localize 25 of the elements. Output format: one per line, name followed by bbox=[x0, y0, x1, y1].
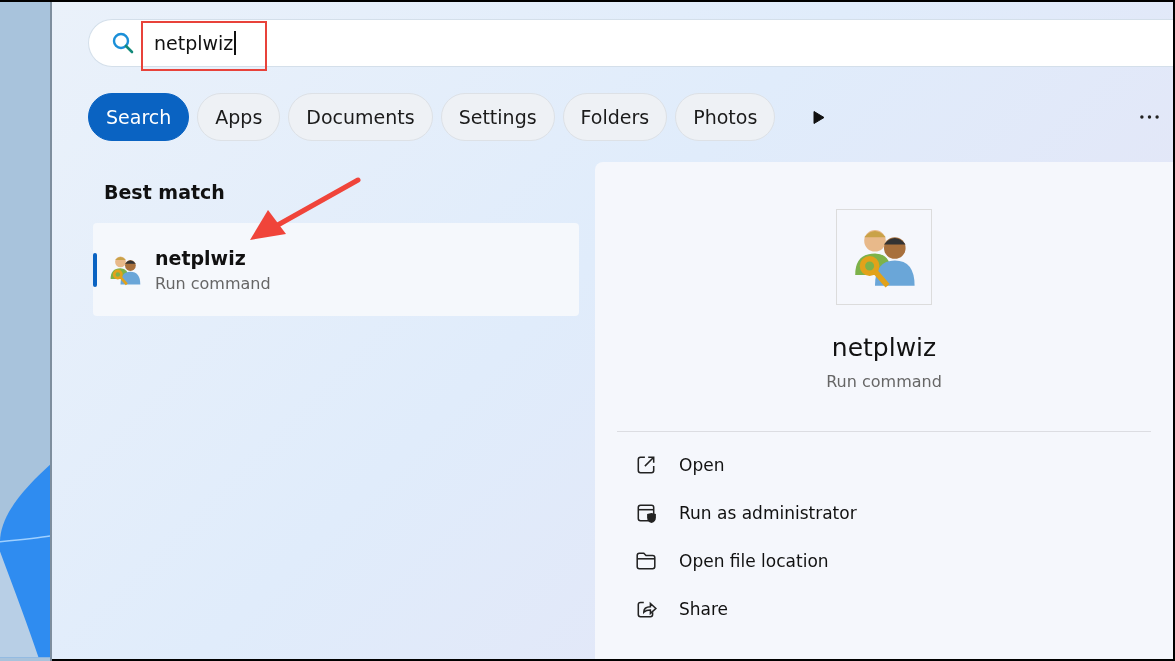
search-query: netplwiz bbox=[154, 32, 234, 54]
filter-tab[interactable]: Search bbox=[88, 93, 190, 141]
folder-icon bbox=[635, 550, 657, 572]
app-title: netplwiz bbox=[831, 333, 937, 362]
result-title: netplwiz bbox=[155, 246, 247, 269]
action-item[interactable]: Open bbox=[635, 452, 1173, 478]
action-item[interactable]: Open file location bbox=[635, 548, 1173, 574]
text-cursor bbox=[234, 31, 237, 55]
external-link-icon bbox=[635, 454, 657, 476]
filter-tab[interactable]: Folders bbox=[562, 93, 668, 141]
selection-indicator bbox=[93, 253, 97, 287]
section-heading: Best match bbox=[104, 181, 226, 203]
action-item[interactable]: Run as administrator bbox=[635, 500, 1173, 526]
shield-window-icon bbox=[635, 502, 657, 524]
more-icon[interactable] bbox=[1140, 115, 1159, 119]
filter-tab[interactable]: Settings bbox=[440, 93, 555, 141]
scroll-right-icon[interactable] bbox=[813, 109, 826, 125]
filter-tab[interactable]: Photos bbox=[675, 93, 776, 141]
result-item[interactable]: netplwiz Run command bbox=[93, 223, 579, 316]
result-subtitle: Run command bbox=[155, 273, 271, 293]
search-icon bbox=[111, 31, 135, 55]
filter-tab[interactable]: Apps bbox=[197, 93, 281, 141]
app-subtitle: Run command bbox=[826, 372, 942, 391]
filter-tab[interactable]: Documents bbox=[288, 93, 433, 141]
action-item[interactable]: Share bbox=[635, 596, 1173, 622]
